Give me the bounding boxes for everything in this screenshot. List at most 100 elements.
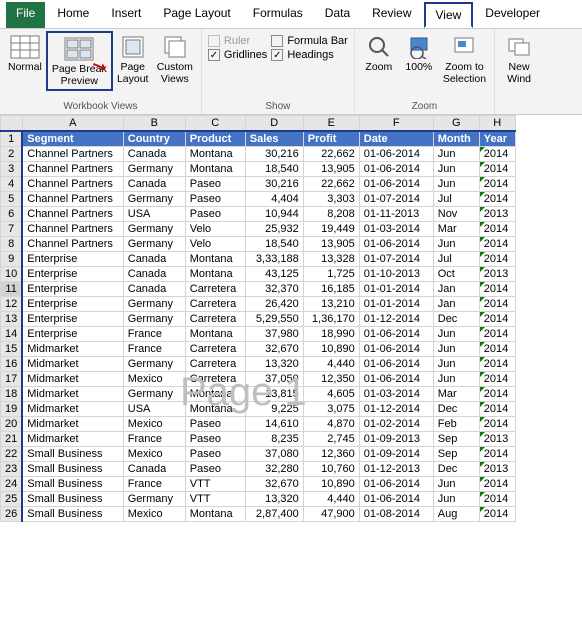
data-cell[interactable]: 01-08-2014 [359, 507, 433, 522]
row-head-19[interactable]: 19 [1, 402, 23, 417]
data-cell[interactable]: Jun [433, 162, 479, 177]
row-head-14[interactable]: 14 [1, 327, 23, 342]
formula-bar-checkbox[interactable] [271, 35, 283, 47]
data-cell[interactable]: Sep [433, 432, 479, 447]
data-cell[interactable]: Germany [123, 357, 185, 372]
data-cell[interactable]: 18,990 [303, 327, 359, 342]
data-cell[interactable]: 13,210 [303, 297, 359, 312]
data-cell[interactable]: Montana [185, 387, 245, 402]
data-cell[interactable]: 8,208 [303, 207, 359, 222]
header-cell[interactable]: Product [185, 131, 245, 147]
data-cell[interactable]: 2014 [479, 252, 515, 267]
data-cell[interactable]: 01-07-2014 [359, 252, 433, 267]
data-cell[interactable]: Paseo [185, 462, 245, 477]
header-cell[interactable]: Month [433, 131, 479, 147]
data-cell[interactable]: Montana [185, 507, 245, 522]
row-head-10[interactable]: 10 [1, 267, 23, 282]
data-cell[interactable]: 30,216 [245, 177, 303, 192]
row-head-22[interactable]: 22 [1, 447, 23, 462]
row-head-13[interactable]: 13 [1, 312, 23, 327]
data-cell[interactable]: 01-09-2014 [359, 447, 433, 462]
data-cell[interactable]: 26,420 [245, 297, 303, 312]
data-cell[interactable]: 2,745 [303, 432, 359, 447]
data-cell[interactable]: Enterprise [22, 267, 123, 282]
data-cell[interactable]: 2014 [479, 327, 515, 342]
data-cell[interactable]: Nov [433, 207, 479, 222]
header-cell[interactable]: Profit [303, 131, 359, 147]
data-cell[interactable]: 01-01-2014 [359, 282, 433, 297]
new-window-button[interactable]: New Wind [499, 31, 539, 87]
row-head-21[interactable]: 21 [1, 432, 23, 447]
data-cell[interactable]: 01-11-2013 [359, 207, 433, 222]
data-cell[interactable]: 8,235 [245, 432, 303, 447]
col-head-A[interactable]: A [22, 116, 123, 132]
data-cell[interactable]: Germany [123, 162, 185, 177]
zoom-to-selection-button[interactable]: Zoom to Selection [439, 31, 490, 87]
data-cell[interactable]: 9,225 [245, 402, 303, 417]
row-head-9[interactable]: 9 [1, 252, 23, 267]
data-cell[interactable]: Channel Partners [22, 237, 123, 252]
data-cell[interactable]: 2014 [479, 342, 515, 357]
row-head-15[interactable]: 15 [1, 342, 23, 357]
data-cell[interactable]: Feb [433, 417, 479, 432]
row-head-24[interactable]: 24 [1, 477, 23, 492]
row-head-20[interactable]: 20 [1, 417, 23, 432]
data-cell[interactable]: Small Business [22, 462, 123, 477]
data-cell[interactable]: Midmarket [22, 417, 123, 432]
data-cell[interactable]: Midmarket [22, 372, 123, 387]
custom-views-button[interactable]: Custom Views [153, 31, 197, 87]
data-cell[interactable]: Canada [123, 282, 185, 297]
select-all-corner[interactable] [1, 116, 23, 132]
data-cell[interactable]: Midmarket [22, 342, 123, 357]
data-cell[interactable]: Enterprise [22, 282, 123, 297]
data-cell[interactable]: 3,075 [303, 402, 359, 417]
data-cell[interactable]: Jan [433, 297, 479, 312]
data-cell[interactable]: 13,320 [245, 492, 303, 507]
data-cell[interactable]: 2014 [479, 417, 515, 432]
data-cell[interactable]: Carretera [185, 372, 245, 387]
row-head-2[interactable]: 2 [1, 147, 23, 162]
data-cell[interactable]: 01-06-2014 [359, 357, 433, 372]
data-cell[interactable]: 2014 [479, 387, 515, 402]
tab-data[interactable]: Data [315, 2, 360, 28]
data-cell[interactable]: Velo [185, 222, 245, 237]
row-head-11[interactable]: 11 [1, 282, 23, 297]
data-cell[interactable]: 14,610 [245, 417, 303, 432]
worksheet-grid[interactable]: ABCDEFGH1SegmentCountryProductSalesProfi… [0, 115, 516, 522]
row-head-16[interactable]: 16 [1, 357, 23, 372]
data-cell[interactable]: Midmarket [22, 387, 123, 402]
row-head-8[interactable]: 8 [1, 237, 23, 252]
data-cell[interactable]: 1,36,170 [303, 312, 359, 327]
data-cell[interactable]: 2014 [479, 177, 515, 192]
data-cell[interactable]: France [123, 432, 185, 447]
zoom-button[interactable]: Zoom [359, 31, 399, 75]
data-cell[interactable]: Germany [123, 222, 185, 237]
data-cell[interactable]: 2014 [479, 312, 515, 327]
data-cell[interactable]: Jun [433, 342, 479, 357]
data-cell[interactable]: 01-09-2013 [359, 432, 433, 447]
data-cell[interactable]: Montana [185, 162, 245, 177]
data-cell[interactable]: Midmarket [22, 432, 123, 447]
data-cell[interactable]: 10,890 [303, 477, 359, 492]
data-cell[interactable]: 2013 [479, 432, 515, 447]
data-cell[interactable]: 18,540 [245, 162, 303, 177]
data-cell[interactable]: Paseo [185, 417, 245, 432]
data-cell[interactable]: 2013 [479, 462, 515, 477]
row-head-23[interactable]: 23 [1, 462, 23, 477]
tab-view[interactable]: View [424, 2, 474, 28]
data-cell[interactable]: 2014 [479, 372, 515, 387]
data-cell[interactable]: Small Business [22, 477, 123, 492]
data-cell[interactable]: 13,905 [303, 162, 359, 177]
data-cell[interactable]: Jun [433, 237, 479, 252]
data-cell[interactable]: Midmarket [22, 402, 123, 417]
data-cell[interactable]: Small Business [22, 447, 123, 462]
data-cell[interactable]: 22,662 [303, 177, 359, 192]
data-cell[interactable]: Germany [123, 312, 185, 327]
data-cell[interactable]: France [123, 342, 185, 357]
data-cell[interactable]: 13,905 [303, 237, 359, 252]
data-cell[interactable]: Jun [433, 177, 479, 192]
data-cell[interactable]: Channel Partners [22, 192, 123, 207]
data-cell[interactable]: 2014 [479, 282, 515, 297]
data-cell[interactable]: Paseo [185, 177, 245, 192]
data-cell[interactable]: Dec [433, 462, 479, 477]
